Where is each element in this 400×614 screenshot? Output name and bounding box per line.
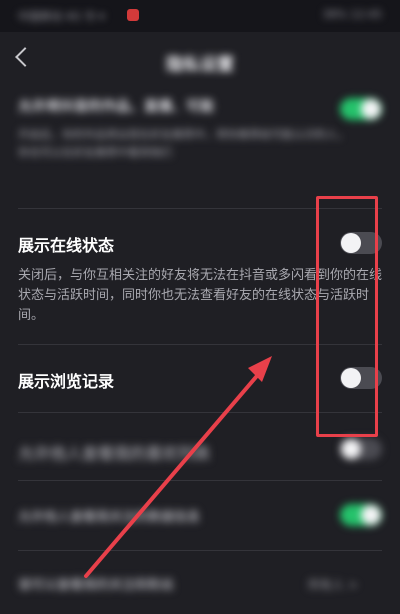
annotation-arrow-icon (84, 356, 272, 578)
